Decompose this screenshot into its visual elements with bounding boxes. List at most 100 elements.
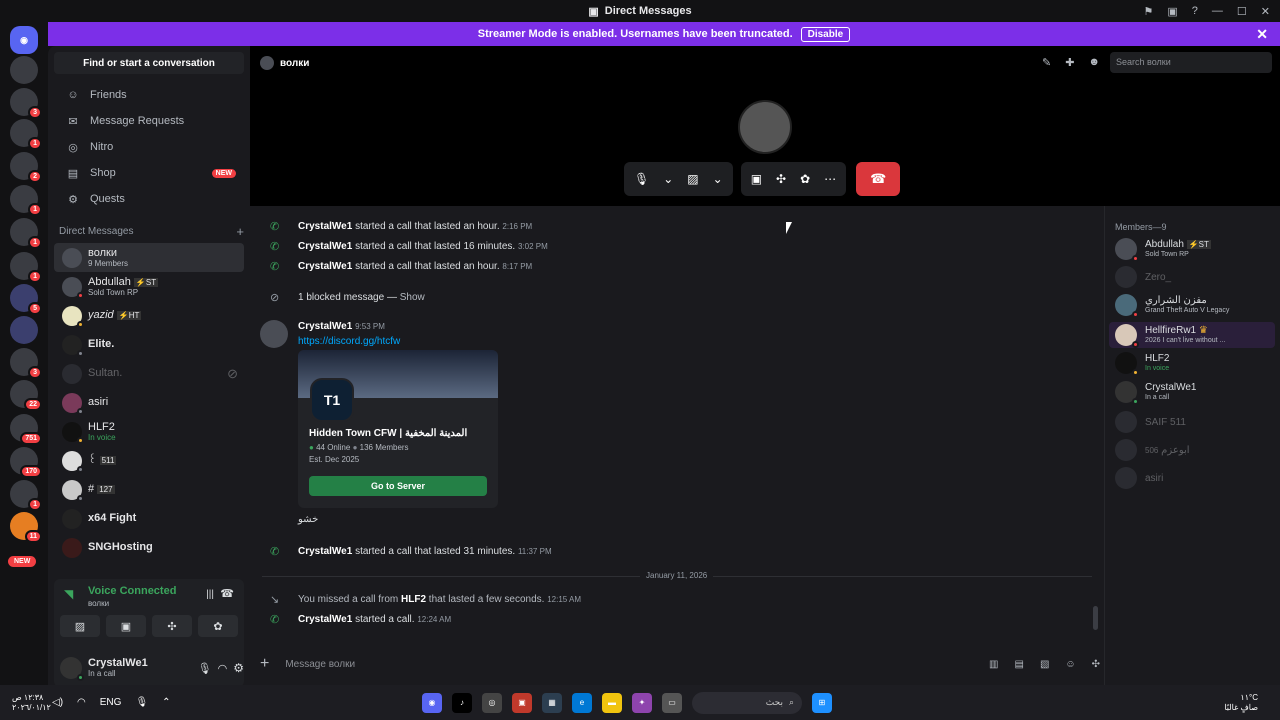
gift-icon[interactable]: ▥ bbox=[989, 659, 998, 670]
avatar[interactable] bbox=[260, 320, 288, 348]
app-icon[interactable]: ✦ bbox=[632, 692, 652, 713]
server-icon[interactable]: 751 bbox=[10, 414, 42, 445]
app-icon[interactable]: ▭ bbox=[662, 692, 682, 713]
scrollbar[interactable] bbox=[1093, 606, 1098, 630]
minimize-button[interactable]: — bbox=[1212, 5, 1223, 17]
go-to-server-button[interactable]: Go to Server bbox=[309, 476, 487, 496]
camera-button[interactable]: ▨ bbox=[60, 615, 100, 637]
server-icon[interactable]: 1 bbox=[10, 252, 42, 283]
dm-item[interactable]: # 127 bbox=[54, 475, 244, 504]
chevron-up-icon[interactable]: ⌃ bbox=[162, 697, 170, 708]
server-icon[interactable]: 3 bbox=[10, 348, 42, 379]
clock[interactable]: ١٢:٣٨ ص ٢٠٢٦/٠١/١٢ bbox=[12, 693, 51, 713]
language-indicator[interactable]: ENG bbox=[100, 697, 122, 708]
server-icon[interactable]: 22 bbox=[10, 380, 42, 411]
dm-item[interactable]: Abdullah ⚡ST Sold Town RP bbox=[54, 272, 244, 301]
dm-item[interactable]: волки 9 Members bbox=[54, 243, 244, 272]
dm-item[interactable]: asiri bbox=[54, 388, 244, 417]
screen-icon[interactable]: ▣ bbox=[1167, 5, 1177, 18]
member-item[interactable]: HLF2 In voice bbox=[1115, 352, 1169, 376]
wifi-icon[interactable]: ◠ bbox=[77, 697, 86, 708]
inbox-icon[interactable]: ⚑ bbox=[1144, 5, 1154, 18]
avatar[interactable] bbox=[60, 657, 84, 681]
server-icon[interactable] bbox=[10, 56, 38, 84]
member-item[interactable]: Zero_ bbox=[1115, 266, 1171, 288]
nav-quests[interactable]: ⚙ Quests bbox=[54, 186, 244, 212]
discord-app-icon[interactable]: ◉ bbox=[422, 692, 442, 713]
nav-message-requests[interactable]: ✉ Message Requests bbox=[54, 108, 244, 134]
soundboard-icon[interactable]: ✿ bbox=[800, 172, 810, 186]
message-input[interactable]: Message волки bbox=[285, 659, 355, 670]
server-icon[interactable]: 5 bbox=[10, 284, 42, 315]
gif-icon[interactable]: ▤ bbox=[1014, 659, 1023, 670]
member-item[interactable]: Abdullah ⚡ST Sold Town RP bbox=[1115, 238, 1211, 262]
dm-item[interactable]: x64 Fight bbox=[54, 504, 244, 533]
close-icon[interactable]: ✕ bbox=[1256, 26, 1268, 43]
maximize-button[interactable]: ☐ bbox=[1237, 5, 1247, 18]
mic-icon[interactable]: 🎙 bbox=[198, 662, 212, 675]
server-icon[interactable]: 1 bbox=[10, 185, 42, 216]
call-actions[interactable]: ▣ ✣ ✿ ⋯ bbox=[740, 162, 847, 196]
search-input[interactable]: Search волки bbox=[1110, 52, 1272, 73]
screenshare-button[interactable]: ▣ bbox=[106, 615, 146, 637]
member-item[interactable]: مفزن الشراري Grand Theft Auto V Legacy bbox=[1115, 294, 1229, 318]
settings-icon[interactable]: ⚙ bbox=[233, 661, 244, 675]
more-icon[interactable]: ⋯ bbox=[824, 172, 836, 186]
dm-item[interactable]: SNGHosting bbox=[54, 533, 244, 562]
member-item[interactable]: asiri bbox=[1115, 467, 1163, 489]
help-icon[interactable]: ? bbox=[1192, 5, 1198, 17]
end-call-button[interactable]: ☎ bbox=[856, 162, 901, 196]
mic-icon[interactable]: 🎙 bbox=[135, 697, 148, 708]
server-icon[interactable]: 11 bbox=[10, 512, 42, 543]
soundboard-button[interactable]: ✿ bbox=[198, 615, 238, 637]
server-icon[interactable]: 1 bbox=[10, 119, 42, 150]
dm-item[interactable]: HLF2 In voice bbox=[54, 417, 244, 446]
edge-app-icon[interactable]: e bbox=[572, 692, 592, 713]
app-icon[interactable]: ◎ bbox=[482, 692, 502, 713]
noise-icon[interactable]: ||| bbox=[206, 589, 214, 600]
screenshare-icon[interactable]: ▣ bbox=[751, 172, 762, 186]
show-link[interactable]: Show bbox=[400, 292, 425, 303]
weather-widget[interactable]: ١١°C صافٍ غالبًا bbox=[1224, 693, 1258, 713]
add-attachment-icon[interactable]: + bbox=[260, 655, 269, 673]
headphones-icon[interactable]: ◠ bbox=[218, 662, 228, 675]
close-button[interactable]: ✕ bbox=[1261, 5, 1270, 18]
member-item[interactable]: CrystalWe1 In a call bbox=[1115, 381, 1197, 405]
activities-icon[interactable]: ✣ bbox=[776, 172, 786, 186]
member-list-icon[interactable]: ☻ bbox=[1088, 56, 1100, 69]
dm-item[interactable]: ꒰ 511 bbox=[54, 446, 244, 475]
volume-icon[interactable]: ◁) bbox=[52, 697, 63, 708]
folder-app-icon[interactable]: ▬ bbox=[602, 692, 622, 713]
taskbar-search[interactable]: بحث ⌕ bbox=[692, 691, 802, 714]
server-icon[interactable]: 1 bbox=[10, 480, 42, 511]
emoji-icon[interactable]: ☺ bbox=[1065, 659, 1075, 670]
apps-icon[interactable]: ✣ bbox=[1092, 659, 1100, 670]
dm-item[interactable]: Elite. bbox=[54, 330, 244, 359]
home-button[interactable]: ◉ bbox=[10, 26, 38, 54]
mic-control[interactable]: 🎙 ⌄ ▨ ⌄ bbox=[624, 162, 733, 196]
server-icon[interactable]: 3 bbox=[10, 88, 42, 119]
app-icon[interactable]: ▣ bbox=[512, 692, 532, 713]
store-app-icon[interactable]: ▦ bbox=[542, 692, 562, 713]
server-icon[interactable]: 1 bbox=[10, 218, 42, 249]
dm-item[interactable]: yazid ⚡HT bbox=[54, 301, 244, 330]
disconnect-icon[interactable]: ☎ bbox=[220, 587, 234, 600]
server-icon[interactable]: 2 bbox=[10, 152, 42, 183]
add-friends-icon[interactable]: ✚ bbox=[1065, 56, 1074, 69]
disable-button[interactable]: Disable bbox=[800, 26, 851, 42]
member-item[interactable]: HellfireRw1 ♛ 2026 I can't live without .… bbox=[1109, 322, 1275, 348]
activities-button[interactable]: ✣ bbox=[152, 615, 192, 637]
find-conversation-button[interactable]: Find or start a conversation bbox=[54, 52, 244, 74]
add-dm-icon[interactable]: + bbox=[236, 224, 244, 239]
sticker-icon[interactable]: ▧ bbox=[1040, 659, 1049, 670]
server-icon[interactable] bbox=[10, 316, 38, 344]
nav-nitro[interactable]: ◎ Nitro bbox=[54, 134, 244, 160]
pin-icon[interactable]: ✎ bbox=[1042, 56, 1051, 69]
server-icon[interactable]: 170 bbox=[10, 447, 42, 478]
tiktok-app-icon[interactable]: ♪ bbox=[452, 692, 472, 713]
invite-link[interactable]: https://discord.gg/htcfw bbox=[298, 336, 400, 347]
nav-shop[interactable]: ▤ Shop NEW bbox=[54, 160, 244, 186]
nav-friends[interactable]: ☺ Friends bbox=[54, 82, 244, 108]
windows-start-icon[interactable]: ⊞ bbox=[812, 692, 832, 713]
member-item[interactable]: SAIF 511 bbox=[1115, 411, 1186, 433]
